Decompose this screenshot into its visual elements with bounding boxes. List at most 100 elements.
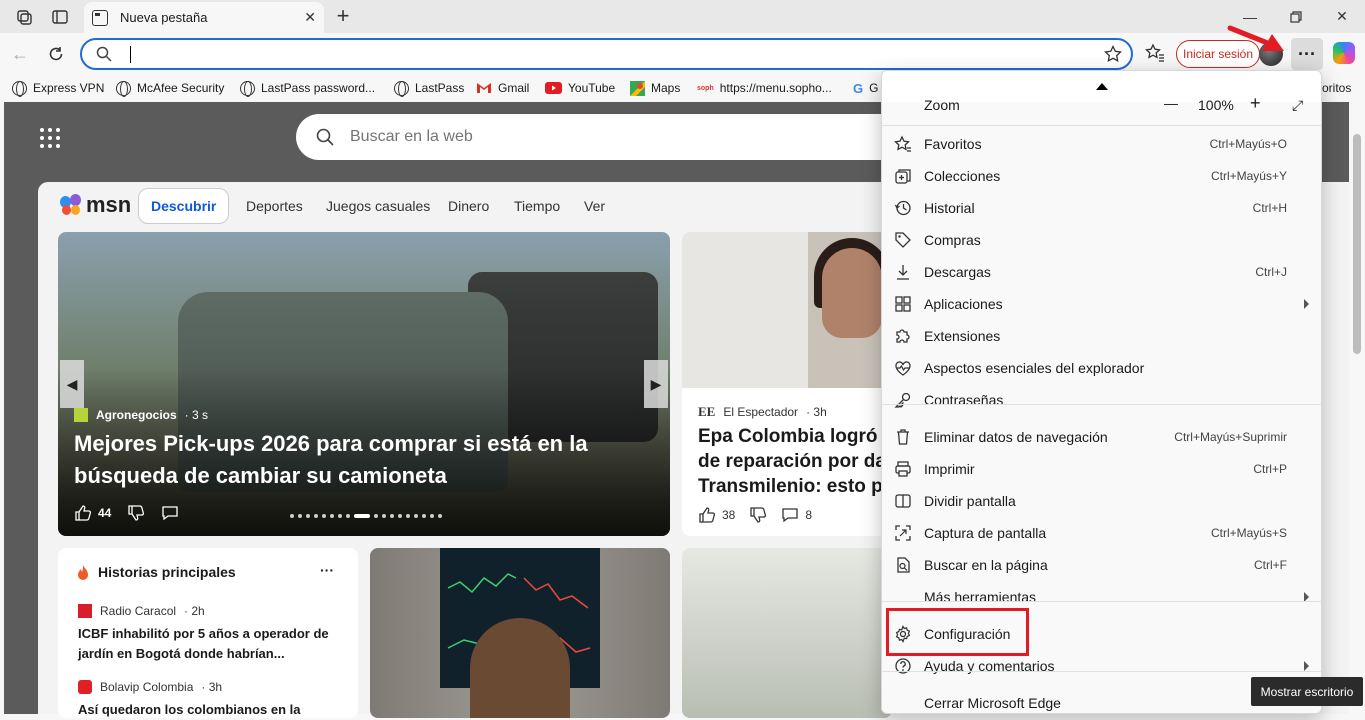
bookmark-youtube[interactable]: YouTube [545,75,615,101]
bookmark-lastpass-password[interactable]: LastPass password... [240,75,375,101]
menu-item-favoritos[interactable]: Favoritos Ctrl+Mayús+O [882,128,1321,160]
comment-button[interactable]: 8 [781,506,812,524]
text-caret [130,46,131,63]
menu-item-label: Historial [924,200,975,216]
bookmark-express-vpn[interactable]: Express VPN [12,75,104,101]
search-icon [316,128,334,151]
top-stories-card: Historias principales ··· Radio Caracol … [58,548,358,718]
gmail-icon [477,83,491,93]
hero-actions: 44 [74,504,179,522]
workspaces-icon[interactable] [6,0,42,33]
zoom-out-button[interactable]: — [1164,95,1178,111]
nav-juegos-casuales[interactable]: Juegos casuales [326,188,430,224]
close-window-button[interactable]: ✕ [1319,0,1365,33]
address-input[interactable] [126,44,1026,64]
thumbs-down-icon[interactable] [127,504,145,522]
menu-item-imprimir[interactable]: Imprimir Ctrl+P [882,453,1321,485]
story-title[interactable]: Así quedaron los colombianos en la [78,700,348,720]
bookmark-gmail[interactable]: Gmail [476,75,529,101]
new-tab-button[interactable]: + [330,3,356,29]
like-count: 38 [722,508,736,522]
nav-deportes[interactable]: Deportes [246,188,303,224]
nav-ver[interactable]: Ver [584,188,605,224]
carousel-pager [290,514,442,518]
carousel-next-button[interactable]: ▶ [644,360,668,408]
bookmark-lastpass[interactable]: LastPass [394,75,464,101]
story-age: · 2h [184,604,205,618]
comment-icon[interactable] [161,504,179,522]
menu-item-aplicaciones[interactable]: Aplicaciones [882,288,1321,320]
settings-more-button[interactable]: ··· [1291,38,1323,70]
bookmark-mcafee[interactable]: McAfee Security [116,75,224,101]
menu-item-label: Eliminar datos de navegación [924,429,1108,445]
back-button[interactable]: ← [8,42,32,66]
submenu-arrow-icon [1304,299,1309,309]
story-age: · 3h [201,680,223,694]
key-icon [882,391,924,409]
top-stories-title: Historias principales [98,564,236,580]
zoom-in-button[interactable]: + [1250,93,1261,114]
nav-tiempo[interactable]: Tiempo [514,188,560,224]
news-card-trading[interactable] [370,548,670,718]
web-search-box[interactable] [296,114,916,160]
menu-item-extensiones[interactable]: Extensiones [882,320,1321,352]
menu-item-captura-de-pantalla[interactable]: Captura de pantalla Ctrl+Mayús+S [882,517,1321,549]
story-title[interactable]: ICBF inhabilitó por 5 años a operador de… [78,624,348,664]
bookmark-favoritos-folder[interactable]: oritos [1322,75,1351,101]
address-bar[interactable] [80,38,1133,70]
hero-title[interactable]: Mejores Pick-ups 2026 para comprar si es… [74,428,654,492]
stories-more-button[interactable]: ··· [320,562,334,578]
menu-item-colecciones[interactable]: Colecciones Ctrl+Mayús+Y [882,160,1321,192]
bookmark-maps[interactable]: Maps [630,75,680,101]
web-search-input[interactable] [350,126,850,148]
bookmark-google[interactable]: G G [853,75,878,101]
menu-item-label: Descargas [924,264,991,280]
bookmark-label: Express VPN [33,81,105,95]
fullscreen-icon[interactable]: ⤢ [1292,97,1303,114]
menu-separator [882,671,1321,672]
app-launcher-icon[interactable] [40,128,60,148]
menu-item-dividir-pantalla[interactable]: Dividir pantalla [882,485,1321,517]
favorites-list-icon[interactable] [1145,43,1165,68]
menu-item-buscar-en-la-pagina[interactable]: Buscar en la página Ctrl+F [882,549,1321,581]
menu-item-descargas[interactable]: Descargas Ctrl+J [882,256,1321,288]
apps-icon [882,295,924,313]
youtube-icon [545,82,562,94]
tab-actions-icon[interactable] [42,0,78,33]
menu-item-historial[interactable]: Historial Ctrl+H [882,192,1321,224]
favorite-star-icon[interactable] [1104,44,1122,68]
bolavip-logo-icon [78,680,92,694]
refresh-button[interactable] [44,42,68,66]
thumbs-down-icon[interactable] [749,506,767,524]
card-title[interactable]: Epa Colombia logró de reparación por da … [698,424,892,499]
menu-item-aspectos-esenciales-del-explorador[interactable]: Aspectos esenciales del explorador [882,352,1321,384]
menu-item-contrasenas[interactable]: Contraseñas [882,384,1321,416]
like-button[interactable]: 44 [74,504,111,522]
msn-logo[interactable]: msn [60,192,131,218]
tab-nueva-pestana[interactable]: Nueva pestaña ✕ [84,2,324,33]
page-scrollbar[interactable] [1349,102,1365,714]
globe-icon [240,80,255,97]
news-card-epa-colombia[interactable]: EE El Espectador · 3h Epa Colombia logró… [682,232,892,536]
card-title-line: Transmilenio: esto pa [698,476,892,497]
news-card-image[interactable] [682,548,892,718]
maps-icon [630,80,645,96]
like-button[interactable]: 38 [698,506,735,524]
menu-item-eliminar-datos-de-navegacion[interactable]: Eliminar datos de navegación Ctrl+Mayús+S… [882,421,1321,453]
menu-item-compras[interactable]: Compras [882,224,1321,256]
menu-item-shortcut: Ctrl+Mayús+Suprimir [1174,430,1287,444]
carousel-prev-button[interactable]: ◀ [60,360,84,408]
hero-card[interactable]: ◀ ▶ Agronegocios · 3 s Mejores Pick-ups … [58,232,670,536]
scrollbar-thumb[interactable] [1353,134,1361,354]
menu-item-label: Buscar en la página [924,557,1048,573]
bookmark-sophos[interactable]: soph https://menu.sopho... [697,75,832,101]
close-tab-icon[interactable]: ✕ [304,9,316,26]
nav-dinero[interactable]: Dinero [448,188,489,224]
menu-item-shortcut: Ctrl+Mayús+Y [1210,169,1287,183]
nav-descubrir[interactable]: Descubrir [138,188,230,224]
msn-logo-text: msn [86,192,132,217]
globe-icon [12,80,27,97]
copilot-icon[interactable] [1333,42,1355,64]
tab-title: Nueva pestaña [120,10,208,25]
like-count: 44 [98,506,112,520]
